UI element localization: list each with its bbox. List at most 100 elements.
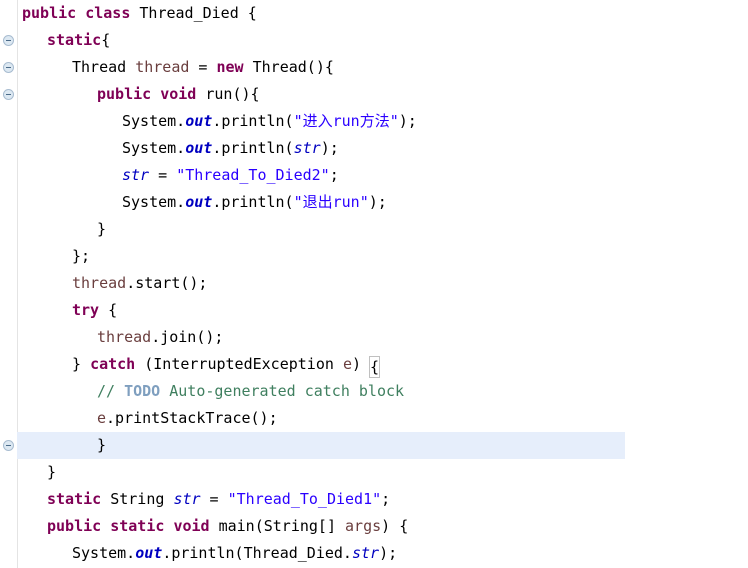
code-line[interactable]: // TODO Auto-generated catch block [17, 378, 404, 405]
code-token: class [85, 4, 131, 22]
code-line[interactable]: } [17, 216, 106, 243]
code-token: .println( [212, 112, 294, 130]
code-line[interactable]: public class Thread_Died { [17, 0, 257, 27]
code-token: void [160, 85, 197, 103]
code-token: str [173, 490, 201, 508]
code-line-text: static String str = "Thread_To_Died1"; [17, 486, 390, 513]
code-token: String [101, 490, 174, 508]
code-token: System. [122, 139, 186, 157]
code-line[interactable]: public void run(){ [17, 81, 260, 108]
code-line[interactable]: } catch (InterruptedException e) { [17, 351, 381, 378]
code-line[interactable]: thread.start(); [17, 270, 207, 297]
code-token: = [149, 166, 177, 184]
code-token: str [122, 166, 150, 184]
code-token: run(){ [196, 85, 260, 103]
code-token: = [189, 58, 217, 76]
code-token: .println( [212, 193, 294, 211]
code-line[interactable]: thread.join(); [17, 324, 223, 351]
fold-collapse-icon[interactable] [3, 62, 14, 73]
code-line-text: System.out.println("进入run方法"); [17, 108, 417, 135]
code-token: "Thread_To_Died2" [176, 166, 330, 184]
code-token: new [216, 58, 244, 76]
code-line-text: Thread thread = new Thread(){ [17, 54, 334, 81]
code-line[interactable]: static String str = "Thread_To_Died1"; [17, 486, 390, 513]
code-token: "Thread_To_Died1" [227, 490, 382, 508]
code-token: System. [72, 544, 136, 562]
code-token: System. [122, 112, 186, 130]
code-token: ); [398, 112, 417, 130]
code-line-text: System.out.println(Thread_Died.str); [17, 540, 397, 567]
code-token: e [342, 355, 352, 373]
code-token: static [47, 490, 102, 508]
code-token: try [72, 301, 100, 319]
code-line[interactable]: System.out.println("退出run"); [17, 189, 387, 216]
code-token: ); [368, 193, 387, 211]
code-token: thread [97, 328, 152, 346]
code-token: "进入run方法" [293, 112, 399, 130]
code-token: .printStackTrace(); [106, 409, 278, 427]
fold-collapse-icon[interactable] [3, 89, 14, 100]
code-line[interactable]: System.out.println(str); [17, 135, 339, 162]
code-line[interactable]: try { [17, 297, 117, 324]
code-line[interactable]: }; [17, 243, 90, 270]
code-line-text: public static void main(String[] args) { [17, 513, 408, 540]
code-token: e [97, 409, 107, 427]
code-token: .println( [212, 139, 294, 157]
code-token: }; [72, 247, 91, 265]
code-line-text: } [17, 459, 56, 486]
code-line[interactable]: } [17, 432, 106, 459]
code-token: { [101, 31, 111, 49]
code-line[interactable]: System.out.println("进入run方法"); [17, 108, 417, 135]
code-token: TODO [124, 382, 161, 400]
code-line-text: // TODO Auto-generated catch block [17, 378, 404, 405]
code-token: public [22, 4, 77, 22]
code-token: main(String[] [209, 517, 346, 535]
code-line[interactable]: e.printStackTrace(); [17, 405, 278, 432]
code-token: Thread_Died { [130, 4, 257, 22]
code-token: thread [135, 58, 190, 76]
code-token: ) { [381, 517, 409, 535]
code-token: str [293, 139, 321, 157]
code-token: void [173, 517, 210, 535]
code-line[interactable]: System.out.println(Thread_Died.str); [17, 540, 397, 567]
editor-folding-gutter[interactable] [0, 0, 17, 568]
code-token: } [97, 220, 107, 238]
code-token: } [47, 463, 57, 481]
matching-bracket-highlight: { [369, 356, 381, 378]
code-token: Thread [72, 58, 136, 76]
code-token: out [185, 139, 213, 157]
code-token: out [185, 112, 213, 130]
code-token: = [200, 490, 228, 508]
code-line[interactable]: public static void main(String[] args) { [17, 513, 408, 540]
code-line-text: } [17, 432, 106, 459]
fold-collapse-icon[interactable] [3, 440, 14, 451]
code-token: { [99, 301, 118, 319]
code-token: // [97, 382, 125, 400]
code-line-text: } catch (InterruptedException e) { [17, 351, 381, 378]
code-token: static [47, 31, 102, 49]
code-token: args [345, 517, 382, 535]
code-token: .join(); [151, 328, 224, 346]
code-token: str [351, 544, 380, 562]
code-line[interactable]: } [17, 459, 56, 486]
code-token: static [110, 517, 165, 535]
code-line-text: public void run(){ [17, 81, 260, 108]
fold-collapse-icon[interactable] [3, 35, 14, 46]
code-token: .start(); [126, 274, 208, 292]
code-line-text: try { [17, 297, 117, 324]
code-text-area[interactable]: public class Thread_Died {static{Thread … [17, 0, 748, 568]
code-token: } [97, 436, 107, 454]
code-token: (InterruptedException [135, 355, 343, 373]
code-line-text: static{ [17, 27, 110, 54]
code-line[interactable]: str = "Thread_To_Died2"; [17, 162, 339, 189]
code-token: System. [122, 193, 186, 211]
code-line[interactable]: Thread thread = new Thread(){ [17, 54, 334, 81]
code-line-text: } [17, 216, 106, 243]
code-token: catch [90, 355, 136, 373]
code-line[interactable]: static{ [17, 27, 110, 54]
code-editor[interactable]: public class Thread_Died {static{Thread … [0, 0, 748, 568]
code-line-text: e.printStackTrace(); [17, 405, 278, 432]
code-token: ); [379, 544, 398, 562]
code-line-text: public class Thread_Died { [17, 0, 257, 27]
code-token: ) [351, 355, 371, 373]
